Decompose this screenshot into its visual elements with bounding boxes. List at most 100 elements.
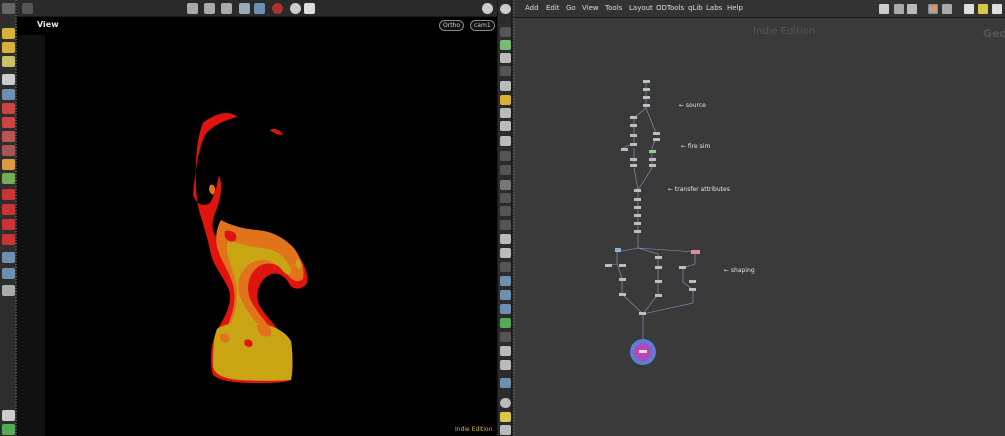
grid-view-icon[interactable] <box>928 4 938 14</box>
lasso-tool-icon[interactable] <box>2 56 15 67</box>
face-icon[interactable] <box>500 121 511 131</box>
node[interactable] <box>653 132 660 135</box>
node[interactable] <box>649 158 656 161</box>
back-icon[interactable] <box>22 3 33 14</box>
node[interactable] <box>621 148 628 151</box>
render-icon[interactable] <box>290 3 301 14</box>
node[interactable] <box>630 164 637 167</box>
node-graph[interactable] <box>513 18 1005 436</box>
location-icon[interactable] <box>500 378 511 388</box>
node[interactable] <box>605 264 612 267</box>
info-icon[interactable] <box>500 398 511 408</box>
rotate-icon[interactable] <box>221 3 232 14</box>
geo-tool-icon[interactable] <box>2 173 15 184</box>
camera-tool-icon[interactable] <box>2 285 15 296</box>
sphere-tool-icon[interactable] <box>2 145 15 156</box>
pointer-tool-icon[interactable] <box>2 74 15 85</box>
nodes[interactable] <box>605 80 700 315</box>
menu-labs[interactable]: Labs <box>706 4 722 12</box>
help-icon[interactable] <box>482 3 493 14</box>
node[interactable] <box>655 294 662 297</box>
select-tool-icon[interactable] <box>2 28 15 39</box>
camera-icon[interactable] <box>500 165 511 175</box>
menu-help[interactable]: Help <box>727 4 743 12</box>
ghost-icon[interactable] <box>500 40 511 50</box>
node[interactable] <box>691 250 700 254</box>
sticky-note-icon[interactable] <box>978 4 988 14</box>
menu-view[interactable]: View <box>582 4 599 12</box>
node[interactable] <box>634 206 641 209</box>
node[interactable] <box>689 280 696 283</box>
brush-tool-icon[interactable] <box>2 42 15 53</box>
lock-tool-icon[interactable] <box>2 89 15 100</box>
node[interactable] <box>649 150 656 153</box>
node[interactable] <box>643 80 650 83</box>
display-tool-icon[interactable] <box>2 252 15 263</box>
node[interactable] <box>619 278 626 281</box>
table-icon[interactable] <box>942 4 952 14</box>
list-icon[interactable] <box>907 4 917 14</box>
view-tool-icon[interactable] <box>2 268 15 279</box>
headlight-icon[interactable] <box>500 108 511 118</box>
shelf-menu-icon[interactable] <box>2 3 15 14</box>
shading-icon[interactable] <box>500 81 511 91</box>
node[interactable] <box>619 293 626 296</box>
close-icon[interactable] <box>500 66 511 76</box>
node[interactable] <box>615 248 621 252</box>
sticky-fire-sim[interactable]: ← fire sim <box>681 143 710 150</box>
pose-tool-icon[interactable] <box>2 159 15 170</box>
square-icon[interactable] <box>500 346 511 356</box>
ring-tool-icon[interactable] <box>2 117 15 128</box>
node[interactable] <box>634 230 641 233</box>
node[interactable] <box>634 222 641 225</box>
gear-icon[interactable] <box>304 3 315 14</box>
node[interactable] <box>643 96 650 99</box>
menu-layout[interactable]: Layout <box>629 4 653 12</box>
projection-menu[interactable]: Ortho <box>439 20 465 31</box>
point-icon[interactable] <box>500 180 511 190</box>
node[interactable] <box>649 164 656 167</box>
node[interactable] <box>689 288 696 291</box>
layer-icon[interactable] <box>500 290 511 300</box>
menu-add[interactable]: Add <box>525 4 539 12</box>
handle-icon[interactable] <box>187 3 198 14</box>
node[interactable] <box>630 134 637 137</box>
menu-tools[interactable]: Tools <box>605 4 622 12</box>
network-editor[interactable]: Indie Edition Geo ← source ← fire sim ← … <box>513 18 1005 436</box>
node[interactable] <box>655 266 662 269</box>
settings-icon[interactable] <box>2 410 15 421</box>
help-icon[interactable] <box>500 4 511 14</box>
grid-icon[interactable] <box>500 151 511 161</box>
tree-icon[interactable] <box>894 4 904 14</box>
pin-icon[interactable] <box>500 332 511 342</box>
menu-edit[interactable]: Edit <box>546 4 560 12</box>
node[interactable] <box>630 158 637 161</box>
sticky-shaping[interactable]: ← shaping <box>724 267 755 274</box>
snap-tool-icon[interactable] <box>2 189 15 200</box>
edge-icon[interactable] <box>500 193 511 203</box>
lock-icon[interactable] <box>500 53 511 63</box>
node[interactable] <box>634 214 641 217</box>
help-icon[interactable] <box>992 4 1002 14</box>
sticky-transfer-attributes[interactable]: ← transfer attributes <box>668 186 730 193</box>
menu-odtools[interactable]: ODTools <box>656 4 684 12</box>
pane-splitter[interactable] <box>513 0 515 436</box>
sticky-source[interactable]: ← source <box>679 102 706 109</box>
node[interactable] <box>634 198 641 201</box>
menu-qlib[interactable]: qLib <box>688 4 703 12</box>
node[interactable] <box>634 189 641 192</box>
ruler-icon[interactable] <box>500 248 511 258</box>
background-icon[interactable] <box>500 136 511 146</box>
stack-icon[interactable] <box>500 276 511 286</box>
node[interactable] <box>630 143 637 146</box>
corner-icon[interactable] <box>500 262 511 272</box>
flipbook-icon[interactable] <box>254 3 265 14</box>
node[interactable] <box>643 104 650 107</box>
scale-handle-icon[interactable] <box>204 3 215 14</box>
map-icon[interactable] <box>500 318 511 328</box>
node[interactable] <box>655 280 662 283</box>
light-icon[interactable] <box>500 95 511 105</box>
hand-icon[interactable] <box>500 234 511 244</box>
output-node[interactable] <box>630 339 656 365</box>
point-snap-icon[interactable] <box>2 234 15 245</box>
